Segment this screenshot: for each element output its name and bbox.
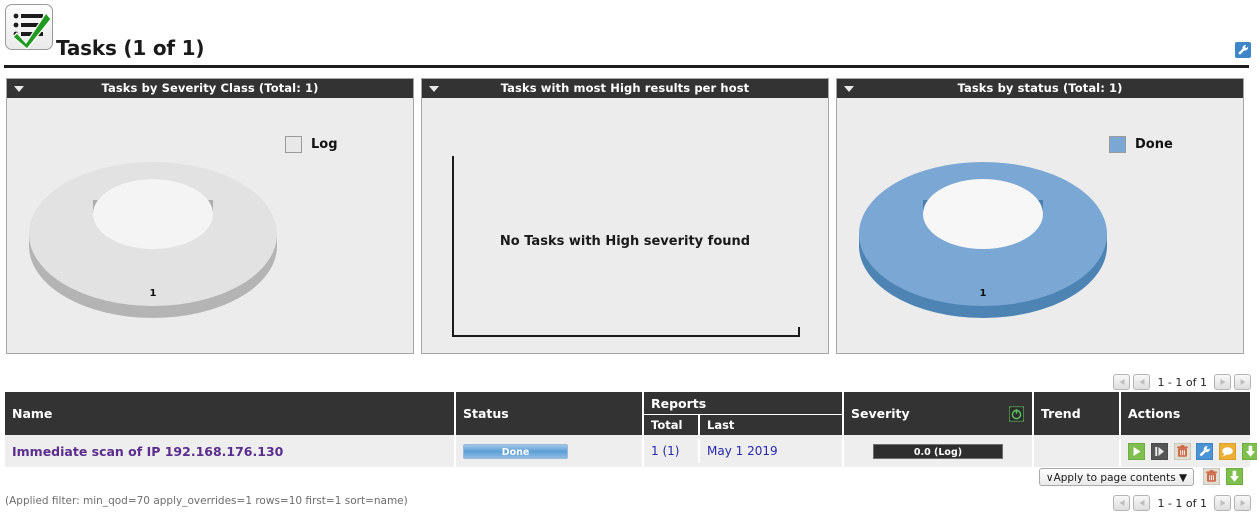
column-header-actions: Actions — [1120, 392, 1250, 435]
chart-empty-message: No Tasks with High severity found — [499, 234, 751, 249]
start-task-icon[interactable] — [1127, 442, 1146, 460]
export-icon[interactable] — [1225, 467, 1244, 486]
reports-total-link[interactable]: 1 (1) — [651, 444, 679, 458]
trash-icon[interactable] — [1173, 442, 1192, 460]
edit-task-icon[interactable] — [1195, 442, 1214, 460]
column-header-reports-total[interactable]: Total — [644, 415, 700, 435]
page-header: Tasks (1 of 1) — [0, 0, 1257, 68]
cell-actions — [1120, 435, 1257, 467]
chart-legend: Done — [1109, 136, 1173, 153]
header-divider — [4, 65, 1249, 68]
column-header-reports: Reports Total Last — [643, 392, 844, 435]
applied-filter-note: (Applied filter: min_qod=70 apply_overri… — [5, 495, 408, 507]
wrench-icon[interactable] — [1235, 42, 1251, 58]
severity-donut-chart[interactable]: 1 — [23, 126, 283, 341]
panel-tasks-by-severity-class: Tasks by Severity Class (Total: 1) Log 1 — [6, 78, 414, 354]
next-page-icon[interactable] — [1214, 374, 1231, 390]
legend-label-done: Done — [1135, 137, 1173, 152]
column-header-severity-label: Severity — [851, 406, 910, 421]
reports-last-link[interactable]: May 1 2019 — [707, 444, 778, 458]
x-axis — [452, 335, 799, 337]
dashboard-panels: Tasks by Severity Class (Total: 1) Log 1… — [0, 78, 1257, 356]
chevron-down-icon[interactable] — [429, 86, 439, 92]
column-header-status[interactable]: Status — [455, 392, 644, 435]
task-name-link[interactable]: Immediate scan of IP 192.168.176.130 — [12, 444, 283, 459]
legend-swatch-log — [285, 136, 302, 153]
pagination-range-label: 1 - 1 of 1 — [1157, 375, 1207, 389]
panel-body: No Tasks with High severity found — [422, 98, 828, 353]
tasks-checklist-icon — [5, 4, 53, 50]
clone-task-icon[interactable] — [1218, 442, 1237, 460]
overrides-enabled-icon[interactable] — [1008, 405, 1025, 422]
cell-reports: 1 (1) May 1 2019 — [643, 435, 844, 467]
first-page-icon[interactable] — [1113, 374, 1131, 390]
export-task-icon[interactable] — [1241, 442, 1257, 460]
panel-body: Done 1 — [837, 98, 1243, 353]
legend-label-log: Log — [311, 137, 338, 152]
column-header-severity[interactable]: Severity — [843, 392, 1034, 435]
table-header-row: Name Status Reports Total Last Severity — [5, 392, 1250, 435]
panel-title: Tasks by Severity Class (Total: 1) — [101, 81, 319, 95]
cell-severity: 0.0 (Log) — [843, 435, 1034, 467]
panel-title-bar: Tasks with most High results per host — [422, 79, 828, 98]
page-title: Tasks (1 of 1) — [56, 36, 205, 60]
trash-icon[interactable] — [1202, 467, 1221, 486]
panel-title: Tasks with most High results per host — [500, 81, 750, 95]
chart-legend: Log — [285, 136, 338, 153]
table-footer-controls: ∨Apply to page contents ▼ — [5, 466, 1250, 490]
cell-task-name: Immediate scan of IP 192.168.176.130 — [5, 435, 456, 467]
resume-task-icon[interactable] — [1150, 442, 1169, 460]
x-axis-end-tick — [798, 327, 800, 337]
panel-title-bar: Tasks by Severity Class (Total: 1) — [7, 79, 413, 98]
severity-chip: 0.0 (Log) — [873, 443, 1003, 459]
panel-title: Tasks by status (Total: 1) — [957, 81, 1123, 95]
panel-body: Log 1 — [7, 98, 413, 353]
tasks-page: Tasks (1 of 1) Tasks by Severity Class (… — [0, 0, 1257, 524]
column-header-trend[interactable]: Trend — [1033, 392, 1121, 435]
pagination-range-label: 1 - 1 of 1 — [1157, 496, 1207, 510]
panel-title-bar: Tasks by status (Total: 1) — [837, 79, 1243, 98]
chevron-down-icon: ▼ — [1179, 472, 1188, 484]
first-page-icon[interactable] — [1113, 495, 1131, 511]
chevron-down-icon[interactable] — [14, 86, 24, 92]
previous-page-icon[interactable] — [1133, 495, 1151, 511]
last-page-icon[interactable] — [1234, 374, 1251, 390]
table-row: Immediate scan of IP 192.168.176.130 Don… — [5, 435, 1257, 467]
panel-tasks-by-status: Tasks by status (Total: 1) Done 1 — [836, 78, 1244, 354]
panel-tasks-with-most-high-results: Tasks with most High results per host No… — [421, 78, 829, 354]
apply-to-page-contents-label: ∨Apply to page contents — [1045, 472, 1176, 484]
chevron-down-icon[interactable] — [844, 86, 854, 92]
last-page-icon[interactable] — [1234, 495, 1251, 511]
pagination-bottom: 1 - 1 of 1 — [1113, 495, 1251, 511]
apply-to-page-contents-select[interactable]: ∨Apply to page contents ▼ — [1039, 468, 1194, 486]
donut-value-label: 1 — [979, 288, 987, 299]
next-page-icon[interactable] — [1214, 495, 1231, 511]
previous-page-icon[interactable] — [1133, 374, 1151, 390]
column-header-reports-label: Reports — [644, 392, 842, 415]
column-header-name[interactable]: Name — [5, 392, 456, 435]
cell-status: Done — [455, 435, 644, 467]
status-donut-chart[interactable]: 1 — [853, 126, 1113, 341]
tasks-table: Name Status Reports Total Last Severity — [5, 392, 1257, 467]
status-badge[interactable]: Done — [463, 443, 568, 459]
column-header-reports-last[interactable]: Last — [700, 415, 741, 435]
cell-trend — [1033, 435, 1121, 467]
pagination-top: 1 - 1 of 1 — [1113, 374, 1251, 390]
donut-value-label: 1 — [149, 288, 157, 299]
